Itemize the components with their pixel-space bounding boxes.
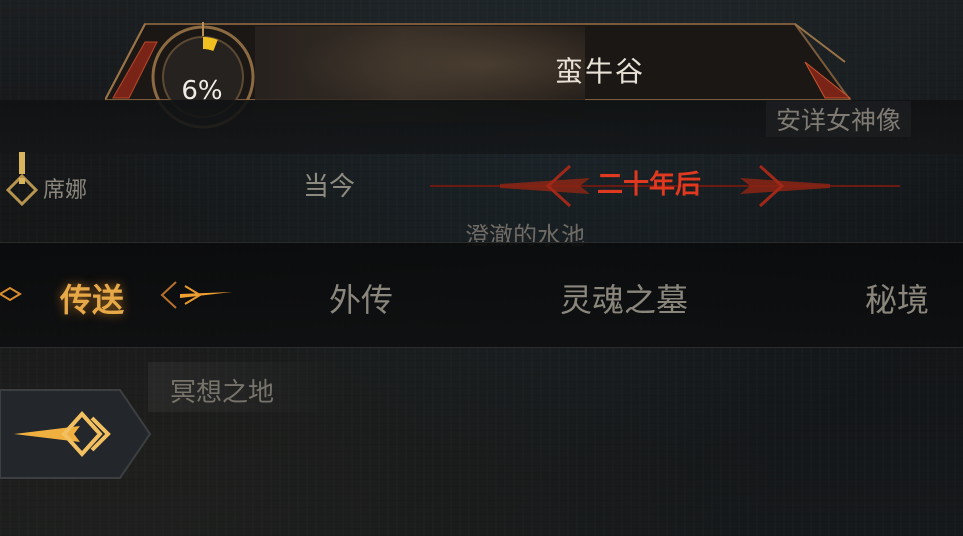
era-tabs: 当今 二十年后	[0, 152, 963, 214]
waypoint-goddess-statue[interactable]: 安详女神像	[766, 101, 912, 137]
tab-secret-realm[interactable]: 秘境	[865, 275, 929, 321]
tab-soul-tomb[interactable]: 灵魂之墓	[560, 275, 688, 321]
zone-title: 蛮牛谷	[554, 55, 645, 88]
teleport-button[interactable]	[0, 386, 152, 482]
tab-side-story[interactable]: 外传	[329, 275, 393, 321]
game-scene: 6% 蛮牛谷 安详女神像 席娜 当今 二十年后 澄澈的水池 传送 外传 灵魂之墓…	[0, 0, 963, 536]
teleport-tab-glow-ornament	[0, 281, 232, 309]
era-tab-twenty-years-later[interactable]: 二十年后	[597, 164, 701, 201]
waypoint-meditation-land[interactable]: 冥想之地	[170, 372, 274, 409]
era-tab-present[interactable]: 当今	[303, 166, 355, 203]
